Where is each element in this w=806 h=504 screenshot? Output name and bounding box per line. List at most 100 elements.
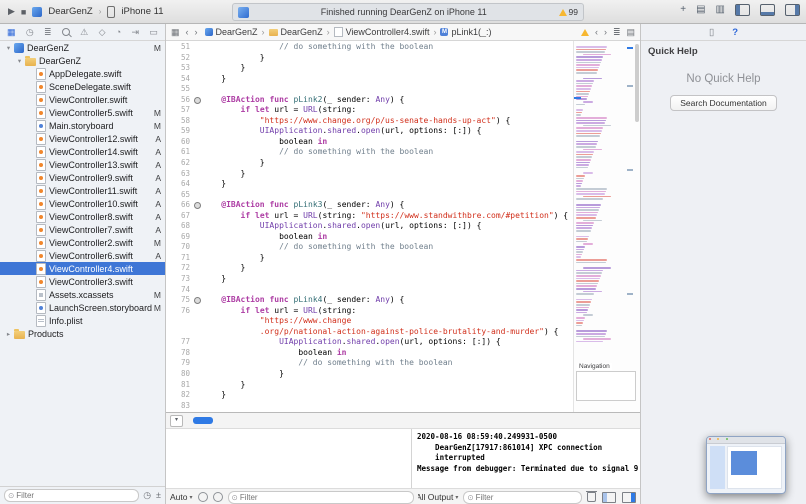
file-tree-item[interactable]: ViewController9.swiftA xyxy=(0,171,165,184)
line-number[interactable]: 82 xyxy=(166,390,192,401)
file-inspector-icon[interactable]: ▯ xyxy=(709,27,714,38)
search-navigator-icon[interactable] xyxy=(62,28,70,36)
editor-options-icon[interactable]: ▤ xyxy=(626,27,635,38)
line-number[interactable]: 63 xyxy=(166,169,192,180)
console-filter-field[interactable]: ⊙ xyxy=(463,491,582,504)
line-number[interactable]: 65 xyxy=(166,190,192,201)
line-number[interactable]: 68 xyxy=(166,221,192,232)
memory-graph-icon[interactable] xyxy=(198,492,208,502)
line-number[interactable]: 72 xyxy=(166,263,192,274)
line-number[interactable]: 67 xyxy=(166,211,192,222)
file-tree-item[interactable]: ViewController11.swiftA xyxy=(0,184,165,197)
line-number[interactable]: 78 xyxy=(166,348,192,359)
variables-scope-popup[interactable]: Auto ▾ xyxy=(170,492,193,502)
warning-count[interactable]: 99 xyxy=(569,7,578,17)
device-selector[interactable]: iPhone 11 xyxy=(121,6,163,17)
minimap[interactable]: Navigation xyxy=(573,41,640,412)
file-tree-item[interactable]: LaunchScreen.storyboardM xyxy=(0,301,165,314)
line-number[interactable]: 54 xyxy=(166,74,192,85)
breakpoint-navigator-icon[interactable]: ⇥ xyxy=(132,27,140,38)
console-view[interactable]: 2020-08-16 08:59:40.249931-0500 DearGenZ… xyxy=(411,429,640,504)
line-number[interactable]: 61 xyxy=(166,147,192,158)
disclosure-triangle[interactable]: ▾ xyxy=(4,44,13,52)
line-number[interactable]: 83 xyxy=(166,401,192,412)
line-number[interactable]: 53 xyxy=(166,63,192,74)
line-number[interactable]: 57 xyxy=(166,105,192,116)
variables-filter-field[interactable]: ⊙ xyxy=(228,491,414,504)
line-number[interactable]: 70 xyxy=(166,242,192,253)
scm-status-icon[interactable]: ± xyxy=(156,490,161,501)
debug-navigator-icon[interactable]: ◔ xyxy=(116,27,121,37)
file-tree-item[interactable]: ViewController8.swiftA xyxy=(0,210,165,223)
stop-button[interactable]: ■ xyxy=(21,7,26,17)
line-number[interactable]: 77 xyxy=(166,337,192,348)
next-issue-icon[interactable]: › xyxy=(604,27,607,37)
run-button[interactable]: ▶ xyxy=(8,6,15,17)
issues-warning-icon[interactable] xyxy=(581,29,589,36)
file-tree-item[interactable]: ViewController4.swift xyxy=(0,262,165,275)
issue-navigator-icon[interactable]: ⚠ xyxy=(80,27,88,38)
file-tree-item[interactable]: SceneDelegate.swift xyxy=(0,80,165,93)
search-documentation-button[interactable]: Search Documentation xyxy=(670,95,776,111)
editor-area[interactable]: ▦‹› DearGenZ›DearGenZ›ViewController4.sw… xyxy=(166,24,640,412)
recent-files-icon[interactable]: ◷ xyxy=(143,490,151,501)
file-tree-item[interactable]: ViewController12.swiftA xyxy=(0,132,165,145)
symbol-navigator-icon[interactable]: ≣ xyxy=(44,27,52,38)
breadcrumb-item[interactable]: DearGenZ xyxy=(269,27,323,37)
line-number[interactable]: 62 xyxy=(166,158,192,169)
line-number[interactable]: 73 xyxy=(166,274,192,285)
line-number[interactable]: 59 xyxy=(166,126,192,137)
line-number[interactable]: 58 xyxy=(166,116,192,127)
library-plus-icon[interactable]: + xyxy=(680,5,686,15)
line-number[interactable]: 79 xyxy=(166,358,192,369)
debug-layout-control[interactable] xyxy=(193,417,213,424)
prev-issue-icon[interactable]: ‹ xyxy=(595,27,598,37)
file-tree-item[interactable]: ViewController5.swiftM xyxy=(0,106,165,119)
file-tree-item[interactable]: ViewController13.swiftA xyxy=(0,158,165,171)
console-filter-input[interactable] xyxy=(476,493,578,502)
line-number[interactable]: 66 xyxy=(166,200,192,211)
code-view[interactable]: 51 // do something with the boolean52 }5… xyxy=(166,41,573,412)
line-number[interactable]: 56 xyxy=(166,95,192,106)
file-tree-item[interactable]: Main.storyboardM xyxy=(0,119,165,132)
hide-debug-area-icon[interactable]: ▾ xyxy=(170,415,183,427)
clear-console-icon[interactable] xyxy=(587,492,596,502)
scheme-selector[interactable]: DearGenZ xyxy=(48,6,92,17)
project-navigator-icon[interactable]: ▦ xyxy=(7,27,16,38)
standard-editor-icon[interactable]: ▤ xyxy=(696,5,705,15)
file-tree-item[interactable]: ViewController2.swiftM xyxy=(0,236,165,249)
source-control-navigator-icon[interactable]: ◷ xyxy=(26,27,34,38)
file-tree-item[interactable]: Assets.xcassetsM xyxy=(0,288,165,301)
ibaction-connector[interactable] xyxy=(192,200,202,211)
toggle-navigator-icon[interactable] xyxy=(735,4,750,16)
editor-scrollbar[interactable] xyxy=(635,44,639,122)
disclosure-triangle[interactable]: ▸ xyxy=(4,330,13,338)
ibaction-connector[interactable] xyxy=(192,95,202,106)
ibaction-connector[interactable] xyxy=(192,295,202,306)
toggle-inspector-icon[interactable] xyxy=(785,4,800,16)
line-number[interactable]: 69 xyxy=(166,232,192,243)
line-number[interactable]: 52 xyxy=(166,53,192,64)
view-debugger-icon[interactable] xyxy=(213,492,223,502)
variables-filter-input[interactable] xyxy=(240,493,410,502)
line-number[interactable]: 64 xyxy=(166,179,192,190)
report-navigator-icon[interactable]: ▭ xyxy=(149,27,158,38)
line-number[interactable]: 75 xyxy=(166,295,192,306)
file-tree-item[interactable]: ViewController14.swiftA xyxy=(0,145,165,158)
screenshot-preview-thumbnail[interactable] xyxy=(706,436,786,494)
related-items-icon[interactable]: ▦ xyxy=(171,27,180,38)
line-number[interactable]: 74 xyxy=(166,285,192,296)
line-number[interactable] xyxy=(166,327,192,338)
source-editor[interactable]: 51 // do something with the boolean52 }5… xyxy=(166,41,640,412)
warning-icon[interactable] xyxy=(559,9,567,16)
toggle-console-view-icon[interactable] xyxy=(622,492,636,503)
back-icon[interactable]: ‹ xyxy=(186,27,189,38)
toggle-debug-area-icon[interactable] xyxy=(760,4,775,16)
file-tree-item[interactable]: AppDelegate.swift xyxy=(0,67,165,80)
navigator-filter-field[interactable]: ⊙ xyxy=(4,489,139,502)
line-number[interactable]: 55 xyxy=(166,84,192,95)
file-tree-item[interactable]: ViewController3.swift xyxy=(0,275,165,288)
disclosure-triangle[interactable]: ▾ xyxy=(15,57,24,65)
filter-input[interactable] xyxy=(16,491,135,500)
file-tree-item[interactable]: ▾DearGenZM xyxy=(0,41,165,54)
